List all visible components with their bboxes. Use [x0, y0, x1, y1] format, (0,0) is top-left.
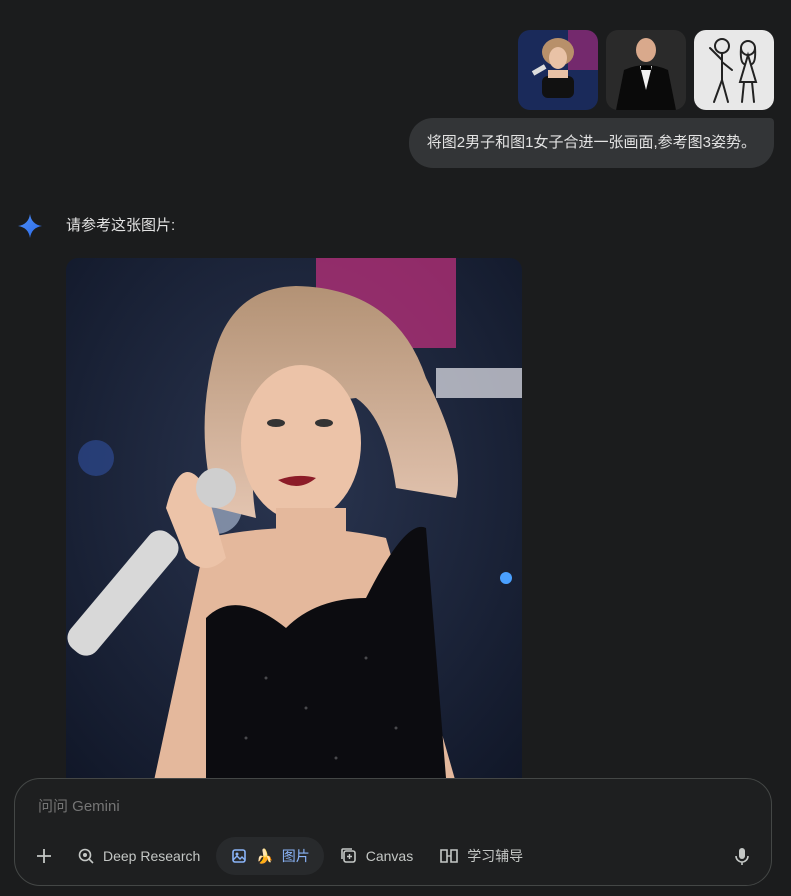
- attachment-thumbnails: [518, 30, 774, 110]
- attachment-thumbnail-2[interactable]: [606, 30, 686, 110]
- gemini-sparkle-icon: [18, 214, 42, 238]
- user-message-bubble: 将图2男子和图1女子合进一张画面,参考图3姿势。: [408, 118, 774, 168]
- assistant-reply-text: 请参考这张图片:: [66, 217, 176, 234]
- generated-image[interactable]: [66, 258, 522, 818]
- canvas-icon: [340, 848, 356, 863]
- prompt-input-box: Deep Research 🍌 图片 Canvas 学习辅导: [14, 778, 772, 886]
- canvas-button[interactable]: Canvas: [330, 837, 423, 875]
- image-gen-button[interactable]: 🍌 图片: [216, 837, 324, 875]
- input-toolbar: Deep Research 🍌 图片 Canvas 学习辅导: [27, 837, 533, 875]
- deep-research-icon: [78, 848, 94, 864]
- learning-tutor-label: 学习辅导: [467, 848, 524, 864]
- attachment-thumbnail-3[interactable]: [694, 30, 774, 110]
- banana-emoji: 🍌: [256, 847, 274, 864]
- user-message-text: 将图2男子和图1女子合进一张画面,参考图3姿势。: [426, 134, 756, 151]
- canvas-label: Canvas: [365, 848, 414, 864]
- deep-research-button[interactable]: Deep Research: [67, 837, 210, 875]
- deep-research-label: Deep Research: [103, 848, 201, 864]
- image-gen-label: 图片: [281, 848, 310, 864]
- add-button[interactable]: [27, 837, 61, 875]
- attachment-thumbnail-1[interactable]: [518, 30, 598, 110]
- book-icon: [440, 849, 458, 863]
- image-gen-icon: [232, 849, 247, 863]
- learning-tutor-button[interactable]: 学习辅导: [429, 837, 533, 875]
- plus-icon: [37, 849, 51, 863]
- microphone-icon[interactable]: [731, 845, 753, 867]
- prompt-input[interactable]: [36, 797, 640, 816]
